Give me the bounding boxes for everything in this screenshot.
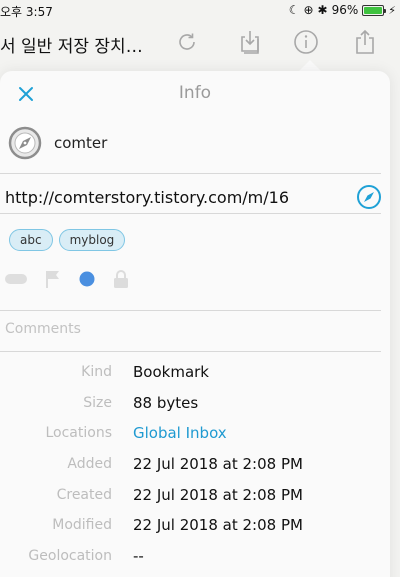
page-title: 서 일반 저장 장치…: [0, 37, 143, 57]
tag-chip[interactable]: myblog: [58, 229, 126, 251]
share-icon[interactable]: [349, 26, 381, 58]
open-in-safari-button[interactable]: [356, 184, 382, 210]
charging-icon: ⚡: [388, 3, 396, 17]
location-link[interactable]: Global Inbox: [133, 424, 227, 442]
status-bar: 오후 3:57 ☾ ⊕ ✱ 96% ⚡: [0, 0, 400, 20]
meta-key: Locations: [45, 425, 112, 442]
info-icon[interactable]: [290, 26, 322, 58]
popover-title: Info: [178, 83, 212, 103]
bluetooth-icon: ✱: [317, 3, 328, 17]
meta-row-size: Size 88 bytes: [0, 393, 390, 424]
divider: [0, 213, 381, 214]
download-icon[interactable]: [234, 26, 266, 58]
meta-row-created: Created 22 Jul 2018 at 2:08 PM: [0, 485, 390, 516]
divider: [0, 173, 381, 174]
comments-field[interactable]: Comments: [5, 321, 81, 337]
tag-list: abc myblog: [9, 229, 126, 251]
meta-value: Bookmark: [133, 363, 209, 381]
meta-value: --: [133, 547, 144, 566]
compass-icon: [357, 185, 381, 209]
meta-key: Added: [67, 456, 112, 473]
meta-value: 22 Jul 2018 at 2:08 PM: [133, 516, 303, 535]
flag-icon[interactable]: [45, 270, 61, 288]
flag-bar: [5, 269, 147, 289]
meta-row-added: Added 22 Jul 2018 at 2:08 PM: [0, 454, 390, 485]
metadata-list: Kind Bookmark Size 88 bytes Locations Gl…: [0, 362, 390, 577]
divider: [0, 351, 381, 352]
status-time: 오후 3:57: [0, 5, 53, 19]
toggle-icon[interactable]: [5, 273, 27, 285]
info-popover: Info comter http://comterstory.tistory.c…: [0, 71, 390, 577]
refresh-icon[interactable]: [171, 26, 203, 58]
blue-dot-icon[interactable]: [79, 271, 95, 287]
moon-icon: ☾: [288, 3, 300, 17]
meta-key: Created: [56, 486, 112, 503]
meta-row-locations: Locations Global Inbox: [0, 423, 390, 454]
meta-value: 22 Jul 2018 at 2:08 PM: [133, 455, 303, 474]
battery-icon: [362, 4, 387, 16]
meta-value: 88 bytes: [133, 393, 199, 412]
battery-percent: 96%: [331, 3, 359, 17]
meta-row-geolocation: Geolocation --: [0, 546, 390, 577]
meta-key: Kind: [81, 364, 112, 380]
site-row: comter: [0, 126, 390, 166]
url-row: http://comterstory.tistory.com/m/16: [0, 184, 390, 216]
orientation-lock-icon: ⊕: [303, 3, 314, 17]
meta-key: Geolocation: [28, 548, 112, 565]
status-right: ☾ ⊕ ✱ 96% ⚡: [289, 3, 396, 17]
meta-value: 22 Jul 2018 at 2:08 PM: [133, 485, 303, 504]
meta-row-modified: Modified 22 Jul 2018 at 2:08 PM: [0, 515, 390, 546]
toolbar: 서 일반 저장 장치…: [0, 20, 400, 64]
meta-row-kind: Kind Bookmark: [0, 362, 390, 393]
tag-chip[interactable]: abc: [9, 229, 53, 251]
divider: [0, 310, 381, 311]
site-name: comter: [54, 134, 108, 152]
safari-compass-icon: [8, 126, 42, 160]
meta-key: Modified: [52, 517, 112, 534]
lock-icon[interactable]: [113, 269, 129, 289]
battery-fill: [364, 6, 382, 14]
meta-key: Size: [83, 394, 112, 411]
url-text[interactable]: http://comterstory.tistory.com/m/16: [5, 188, 289, 207]
popover-header: Info: [0, 71, 390, 115]
